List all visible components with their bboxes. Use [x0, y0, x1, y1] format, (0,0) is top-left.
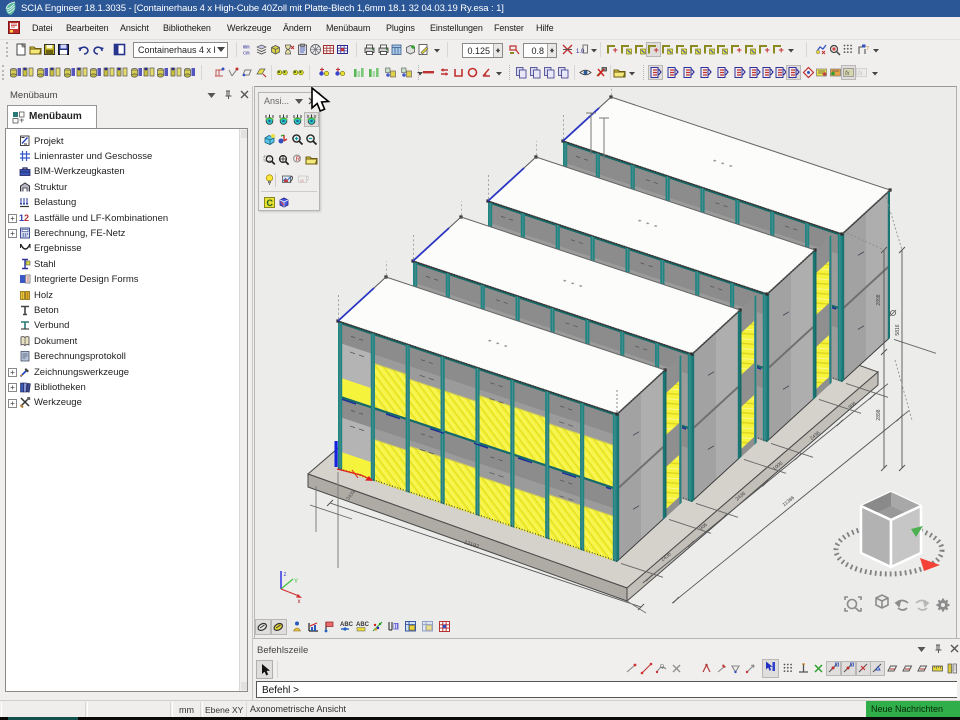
- svg-text:Q: Q: [660, 664, 664, 670]
- svg-text:11386: 11386: [782, 495, 796, 508]
- svg-text:x: x: [298, 599, 301, 605]
- svg-text:z: z: [284, 572, 287, 578]
- svg-text:R: R: [296, 156, 301, 163]
- svg-text:Y: Y: [294, 579, 298, 585]
- svg-text:C: C: [267, 198, 274, 208]
- svg-text:2898: 2898: [876, 294, 882, 305]
- svg-text:5816: 5816: [895, 324, 901, 335]
- svg-text:ABC: ABC: [340, 622, 353, 628]
- svg-text:2898: 2898: [876, 409, 882, 420]
- svg-text:ABC: ABC: [356, 622, 369, 628]
